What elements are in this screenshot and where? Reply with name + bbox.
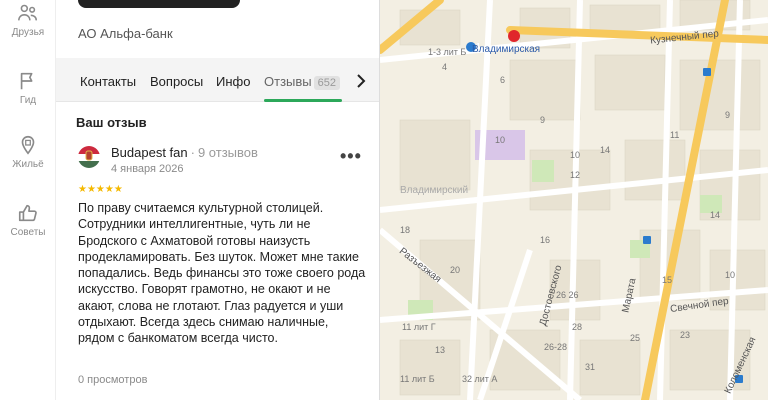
action-button[interactable] [78, 0, 240, 8]
building-number: 26 26 [556, 290, 579, 300]
rail-item-label: Жильё [12, 159, 44, 170]
rail-item-label: Друзья [11, 27, 45, 38]
rail-item-label: Советы [10, 227, 46, 238]
thumbs-up-icon [18, 204, 37, 222]
chevron-right-icon[interactable] [356, 74, 366, 88]
organization-name: АО Альфа-банк [78, 26, 173, 41]
tab-questions[interactable]: Вопросы [150, 74, 203, 89]
building-number: 23 [680, 330, 691, 340]
building-number: 9 [725, 110, 731, 120]
building-number: 25 [630, 333, 641, 343]
rail-item-housing[interactable]: Жильё [0, 134, 56, 170]
building-number: 26-28 [544, 342, 568, 352]
building-number: 10 [495, 135, 506, 145]
tab-bar: Контакты Вопросы Инфо Отзывы 652 [56, 58, 379, 102]
building-number: 12 [570, 170, 581, 180]
building-number: 1-3 лит Б [428, 47, 467, 57]
review-date: 4 января 2026 [111, 163, 184, 175]
building-number: 11 [670, 130, 680, 140]
building-number: 14 [600, 145, 611, 155]
rail-item-tips[interactable]: Советы [0, 202, 56, 238]
metro-station-label[interactable]: Владимирская [472, 44, 540, 55]
reviews-count-badge: 652 [313, 76, 340, 90]
building-number: 31 [585, 362, 596, 372]
building-number: 10 [570, 150, 581, 160]
review-author[interactable]: Budapest fan · 9 отзывов [111, 145, 258, 160]
housing-icon [21, 135, 35, 155]
building-number: 11 лит Б [400, 374, 435, 384]
building-number: 10 [725, 270, 736, 280]
more-options-icon[interactable]: ••• [340, 146, 362, 167]
friends-icon [18, 4, 38, 21]
active-tab-indicator [264, 99, 342, 102]
author-review-count[interactable]: 9 отзывов [198, 145, 258, 160]
rail-item-guide[interactable]: Гид [0, 70, 56, 106]
building-number: 15 [662, 275, 673, 285]
building-number: 16 [540, 235, 551, 245]
building-number: 9 [540, 115, 546, 125]
district-label: Владимирский [400, 185, 469, 196]
building-number: 6 [500, 75, 506, 85]
tab-info[interactable]: Инфо [216, 74, 250, 89]
separator-dot: · [190, 145, 195, 160]
building-number: 32 лит А [462, 374, 498, 384]
building-number: 18 [400, 225, 411, 235]
rating-stars: ★★★★★ [78, 184, 123, 195]
avatar[interactable] [78, 146, 100, 168]
building-number: 4 [442, 62, 448, 72]
organization-panel: АО Альфа-банк Контакты Вопросы Инфо Отзы… [56, 0, 380, 400]
review-text: По праву считаемся культурной столицей. … [78, 201, 366, 346]
building-number: 13 [435, 345, 446, 355]
left-rail: Друзья Гид Жильё Советы [0, 0, 56, 400]
building-number: 20 [450, 265, 461, 275]
tab-reviews-label: Отзывы [264, 74, 312, 89]
author-name[interactable]: Budapest fan [111, 145, 188, 160]
map-canvas [380, 0, 768, 400]
building-number: 28 [572, 322, 583, 332]
building-number: 11 лит Г [402, 322, 436, 332]
review-views: 0 просмотров [78, 374, 148, 386]
tab-reviews[interactable]: Отзывы 652 [264, 74, 340, 90]
rail-item-label: Гид [19, 95, 37, 106]
section-title: Ваш отзыв [76, 115, 147, 130]
rail-item-friends[interactable]: Друзья [0, 2, 56, 38]
tab-contacts[interactable]: Контакты [80, 74, 136, 89]
building-number: 14 [710, 210, 721, 220]
map-view[interactable]: 1 Владимирская Кузнечный пер Владимирски… [380, 0, 768, 400]
guide-flag-icon [20, 72, 33, 90]
